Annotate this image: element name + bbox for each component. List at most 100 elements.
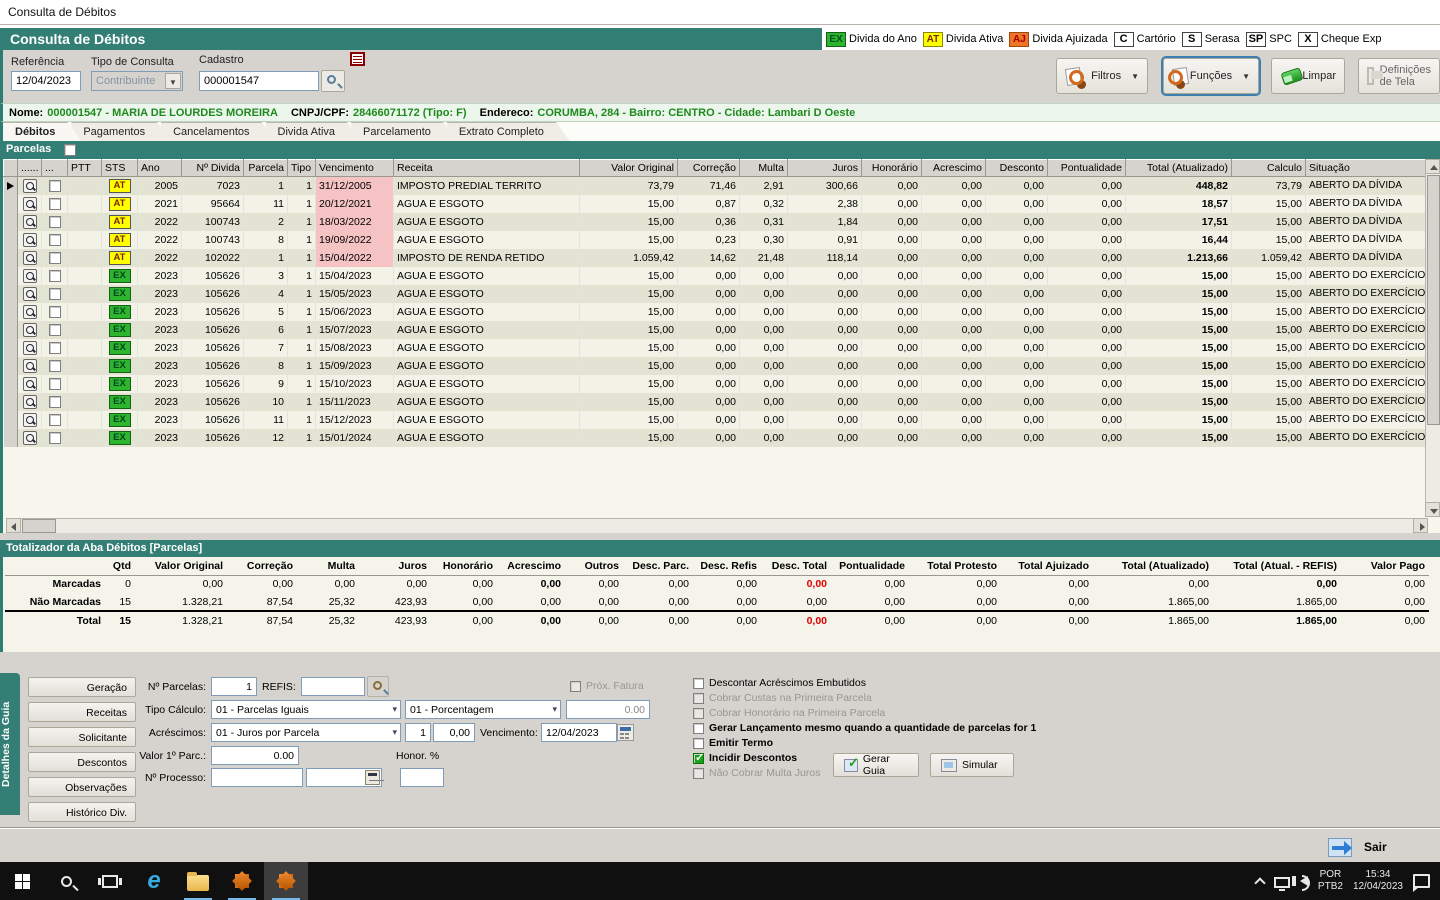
row-detail-cell[interactable]	[17, 338, 42, 357]
network-icon[interactable]	[1273, 876, 1290, 891]
row-checkbox-cell[interactable]	[41, 284, 68, 303]
tipo-consulta-select[interactable]: Contribuinte ▼	[91, 71, 183, 91]
debito-row[interactable]: EX 2023 105626 10 1 15/11/2023 AGUA E ES…	[3, 392, 1426, 411]
valor1-input[interactable]: 0.00	[211, 746, 299, 765]
tab[interactable]: Débitos	[3, 122, 81, 141]
scroll-right-button[interactable]	[1413, 518, 1428, 533]
clock[interactable]: 15:34 12/04/2023	[1353, 869, 1403, 893]
row-magnifier-icon[interactable]	[22, 268, 37, 283]
processo-input[interactable]	[211, 768, 303, 787]
row-magnifier-icon[interactable]	[22, 322, 37, 337]
row-checkbox-cell[interactable]	[41, 374, 68, 393]
row-magnifier-icon[interactable]	[22, 358, 37, 373]
row-checkbox-cell[interactable]	[41, 230, 68, 249]
row-checkbox-cell[interactable]	[41, 320, 68, 339]
guia-side-button[interactable]: Solicitante	[28, 727, 136, 747]
row-checkbox[interactable]	[48, 251, 61, 264]
vencimento-input[interactable]: 12/04/2023	[541, 723, 617, 742]
row-checkbox[interactable]	[48, 431, 61, 444]
tab[interactable]: Pagamentos	[71, 122, 171, 141]
row-checkbox[interactable]	[48, 287, 61, 300]
debito-row[interactable]: EX 2023 105626 3 1 15/04/2023 AGUA E ESG…	[3, 266, 1426, 285]
sair-button[interactable]: Sair	[1322, 834, 1432, 860]
gerar-guia-button[interactable]: Gerar Guia	[833, 753, 919, 777]
row-checkbox-cell[interactable]	[41, 392, 68, 411]
row-checkbox[interactable]	[48, 377, 61, 390]
debito-row[interactable]: EX 2023 105626 8 1 15/09/2023 AGUA E ESG…	[3, 356, 1426, 375]
porcentagem-amount-input[interactable]: 0.00	[566, 700, 650, 719]
row-checkbox[interactable]	[48, 269, 61, 282]
acrescimos-select[interactable]: 01 - Juros por Parcela	[211, 723, 401, 742]
row-magnifier-icon[interactable]	[22, 250, 37, 265]
file-explorer-button[interactable]	[176, 862, 220, 900]
row-detail-cell[interactable]	[17, 284, 42, 303]
guia-side-button[interactable]: Receitas	[28, 702, 136, 722]
row-detail-cell[interactable]	[17, 176, 42, 195]
row-checkbox-cell[interactable]	[41, 428, 68, 447]
row-detail-cell[interactable]	[17, 374, 42, 393]
list-icon[interactable]	[350, 52, 365, 66]
debito-row[interactable]: AT 2022 102022 1 1 15/04/2022 IMPOSTO DE…	[3, 248, 1426, 267]
limpar-button[interactable]: Limpar	[1271, 58, 1345, 94]
row-detail-cell[interactable]	[17, 266, 42, 285]
row-checkbox[interactable]	[48, 305, 61, 318]
guia-side-button[interactable]: Descontos	[28, 752, 136, 772]
row-detail-cell[interactable]	[17, 356, 42, 375]
funcoes-button[interactable]: Funções ▼	[1161, 56, 1261, 96]
tab[interactable]: Cancelamentos	[161, 122, 275, 141]
cadastro-search-button[interactable]	[321, 70, 345, 92]
vertical-scroll-thumb[interactable]	[1427, 175, 1440, 425]
row-checkbox[interactable]	[48, 323, 61, 336]
prox-fatura-checkbox[interactable]: Próx. Fatura	[570, 679, 680, 693]
row-detail-cell[interactable]	[17, 428, 42, 447]
debito-row[interactable]: AT 2022 100743 8 1 19/09/2022 AGUA E ESG…	[3, 230, 1426, 249]
tray-chevron-icon[interactable]	[1254, 877, 1266, 889]
n-parcelas-input[interactable]: 1	[211, 677, 257, 696]
guia-checkbox[interactable]: Emitir Termo	[693, 736, 1253, 750]
horizontal-scrollbar[interactable]	[6, 518, 1428, 533]
row-magnifier-icon[interactable]	[22, 232, 37, 247]
scroll-up-button[interactable]	[1425, 159, 1440, 174]
guia-checkbox[interactable]: Gerar Lançamento mesmo quando a quantida…	[693, 721, 1253, 735]
row-detail-cell[interactable]	[17, 248, 42, 267]
row-checkbox[interactable]	[48, 359, 61, 372]
row-magnifier-icon[interactable]	[22, 196, 37, 211]
row-magnifier-icon[interactable]	[22, 430, 37, 445]
tab[interactable]: Divida Ativa	[266, 122, 361, 141]
active-app-window-button[interactable]	[264, 862, 308, 900]
row-checkbox-cell[interactable]	[41, 410, 68, 429]
tab[interactable]: Parcelamento	[351, 122, 457, 141]
task-view-button[interactable]	[88, 862, 132, 900]
horizontal-scroll-thumb[interactable]	[22, 519, 56, 533]
row-checkbox-cell[interactable]	[41, 248, 68, 267]
vertical-scrollbar[interactable]	[1425, 159, 1440, 517]
tab[interactable]: Extrato Completo	[447, 122, 570, 141]
row-detail-cell[interactable]	[17, 410, 42, 429]
row-detail-cell[interactable]	[17, 230, 42, 249]
filtros-button[interactable]: Filtros ▼	[1056, 58, 1148, 94]
row-checkbox[interactable]	[48, 179, 61, 192]
guia-checkbox[interactable]: Cobrar Honorário na Primeira Parcela	[693, 706, 1253, 720]
row-checkbox[interactable]	[48, 215, 61, 228]
row-checkbox-cell[interactable]	[41, 176, 68, 195]
start-button[interactable]	[0, 862, 44, 900]
row-magnifier-icon[interactable]	[22, 304, 37, 319]
debito-row[interactable]: AT 2022 100743 2 1 18/03/2022 AGUA E ESG…	[3, 212, 1426, 231]
row-magnifier-icon[interactable]	[22, 376, 37, 391]
row-checkbox[interactable]	[48, 197, 61, 210]
row-magnifier-icon[interactable]	[22, 340, 37, 355]
guia-side-button[interactable]: Observações	[28, 777, 136, 797]
calendar-icon[interactable]	[617, 724, 634, 741]
debito-row[interactable]: EX 2023 105626 4 1 15/05/2023 AGUA E ESG…	[3, 284, 1426, 303]
row-magnifier-icon[interactable]	[22, 394, 37, 409]
debito-row[interactable]: EX 2023 105626 11 1 15/12/2023 AGUA E ES…	[3, 410, 1426, 429]
row-checkbox[interactable]	[48, 395, 61, 408]
row-checkbox[interactable]	[48, 413, 61, 426]
language-indicator[interactable]: POR PTB2	[1318, 869, 1343, 893]
row-magnifier-icon[interactable]	[22, 286, 37, 301]
row-checkbox-cell[interactable]	[41, 302, 68, 321]
simular-button[interactable]: Simular	[930, 753, 1014, 777]
acrescimos-v-input[interactable]: 0,00	[433, 723, 475, 742]
row-checkbox[interactable]	[48, 341, 61, 354]
app-window-button[interactable]	[220, 862, 264, 900]
